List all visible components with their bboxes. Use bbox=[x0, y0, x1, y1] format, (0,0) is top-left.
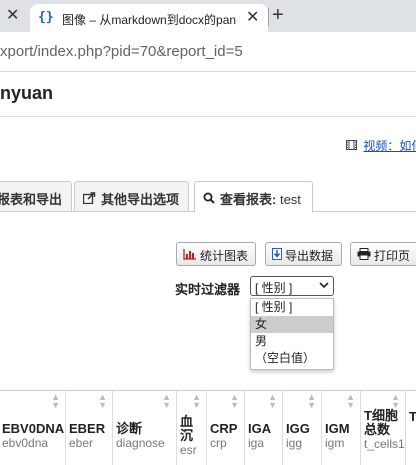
address-bar[interactable]: xport/index.php?pid=70&report_id=5 bbox=[0, 32, 416, 72]
sort-icon[interactable]: ▲ ▼ bbox=[162, 393, 171, 410]
button-label: 打印页 bbox=[374, 249, 411, 263]
export-data-button[interactable]: 导出数据 bbox=[265, 242, 342, 266]
browser-tab-strip: ✕ {} 图像 – 从markdown到docx的pan ✕ + bbox=[0, 0, 416, 32]
column-header[interactable]: ▲ ▼ EBV0DNA ebv0dna bbox=[0, 391, 66, 465]
column-header[interactable]: ▲ ▼ IGG igg bbox=[283, 391, 322, 465]
sort-icon[interactable]: ▲ ▼ bbox=[391, 393, 400, 410]
export-icon bbox=[82, 192, 96, 207]
column-header[interactable]: ▲ ▼ 血沉 esr bbox=[177, 391, 207, 465]
dropdown-option[interactable]: [ 性别 ] bbox=[251, 299, 333, 316]
column-header[interactable]: ▲ ▼ T细胞总数 t_cells1 bbox=[361, 391, 406, 465]
stats-chart-button[interactable]: 统计图表 bbox=[176, 242, 256, 266]
sort-icon[interactable]: ▲ ▼ bbox=[268, 393, 277, 410]
divider bbox=[0, 116, 416, 117]
video-link-label[interactable]: 视频：如何 bbox=[363, 139, 416, 153]
code-braces-icon: {} bbox=[38, 10, 54, 25]
chevron-down-icon bbox=[319, 278, 329, 292]
dropdown-option[interactable]: 男 bbox=[251, 333, 333, 350]
tab-view-report[interactable]: 查看报表: test bbox=[194, 181, 313, 213]
column-header[interactable]: ▲ ▼ IGA iga bbox=[245, 391, 283, 465]
column-header[interactable]: ▲ ▼ EBER eber bbox=[66, 391, 113, 465]
search-icon bbox=[203, 192, 215, 207]
sort-icon[interactable]: ▲ ▼ bbox=[98, 393, 107, 410]
dropdown-option-highlighted[interactable]: 女 bbox=[251, 316, 333, 333]
close-icon[interactable]: ✕ bbox=[6, 8, 19, 24]
bar-chart-icon bbox=[183, 249, 197, 263]
column-header[interactable]: ▲ ▼ CRP crp bbox=[207, 391, 245, 465]
tab-label: 查看报表: bbox=[220, 192, 277, 207]
tab-label: 报表和导出 bbox=[0, 192, 63, 207]
gender-filter-select[interactable]: [ 性别 ] bbox=[250, 276, 334, 296]
column-header[interactable]: ▲ ▼ 诊断 diagnose bbox=[113, 391, 177, 465]
sort-icon[interactable]: ▲ ▼ bbox=[230, 393, 239, 410]
sort-icon[interactable]: ▲ ▼ bbox=[51, 393, 60, 410]
column-header[interactable]: ▲ ▼ IGM igm bbox=[322, 391, 361, 465]
report-table-header: ▲ ▼ EBV0DNA ebv0dna ▲ ▼ EBER eber ▲ ▼ 诊断 di… bbox=[0, 390, 416, 465]
film-icon bbox=[346, 139, 360, 153]
live-filter-label: 实时过滤器 bbox=[175, 282, 241, 297]
previous-tab[interactable]: ✕ bbox=[0, 0, 30, 32]
new-tab-button[interactable]: + bbox=[272, 5, 284, 25]
page-title: nyuan bbox=[0, 83, 54, 103]
button-label: 统计图表 bbox=[200, 249, 249, 263]
browser-tab-active[interactable]: {} 图像 – 从markdown到docx的pan ✕ bbox=[30, 4, 268, 32]
print-page-button[interactable]: 打印页 bbox=[350, 242, 416, 266]
tab-label: 其他导出选项 bbox=[101, 192, 180, 207]
browser-tab-title: 图像 – 从markdown到docx的pan bbox=[62, 13, 237, 27]
gender-filter-dropdown: [ 性别 ] 女 男 （空白值） bbox=[250, 298, 334, 370]
column-header[interactable]: T bbox=[406, 391, 416, 465]
sort-icon[interactable]: ▲ ▼ bbox=[307, 393, 316, 410]
tab-reports-and-export[interactable]: 报表和导出 bbox=[0, 181, 72, 212]
printer-icon bbox=[357, 248, 371, 263]
dropdown-option[interactable]: （空白值） bbox=[251, 350, 333, 367]
download-icon bbox=[272, 248, 282, 263]
tab-divider bbox=[268, 8, 269, 26]
button-label: 导出数据 bbox=[285, 249, 334, 263]
url-text[interactable]: xport/index.php?pid=70&report_id=5 bbox=[0, 43, 243, 60]
tab-other-export-options[interactable]: 其他导出选项 bbox=[74, 181, 189, 212]
close-icon[interactable]: ✕ bbox=[246, 10, 259, 26]
sort-icon[interactable]: ▲ ▼ bbox=[346, 393, 355, 410]
select-value: [ 性别 ] bbox=[255, 281, 293, 295]
video-help-link[interactable]: 视频：如何 bbox=[346, 137, 416, 154]
sort-icon[interactable]: ▲ ▼ bbox=[192, 393, 201, 410]
report-name: test bbox=[279, 192, 301, 207]
